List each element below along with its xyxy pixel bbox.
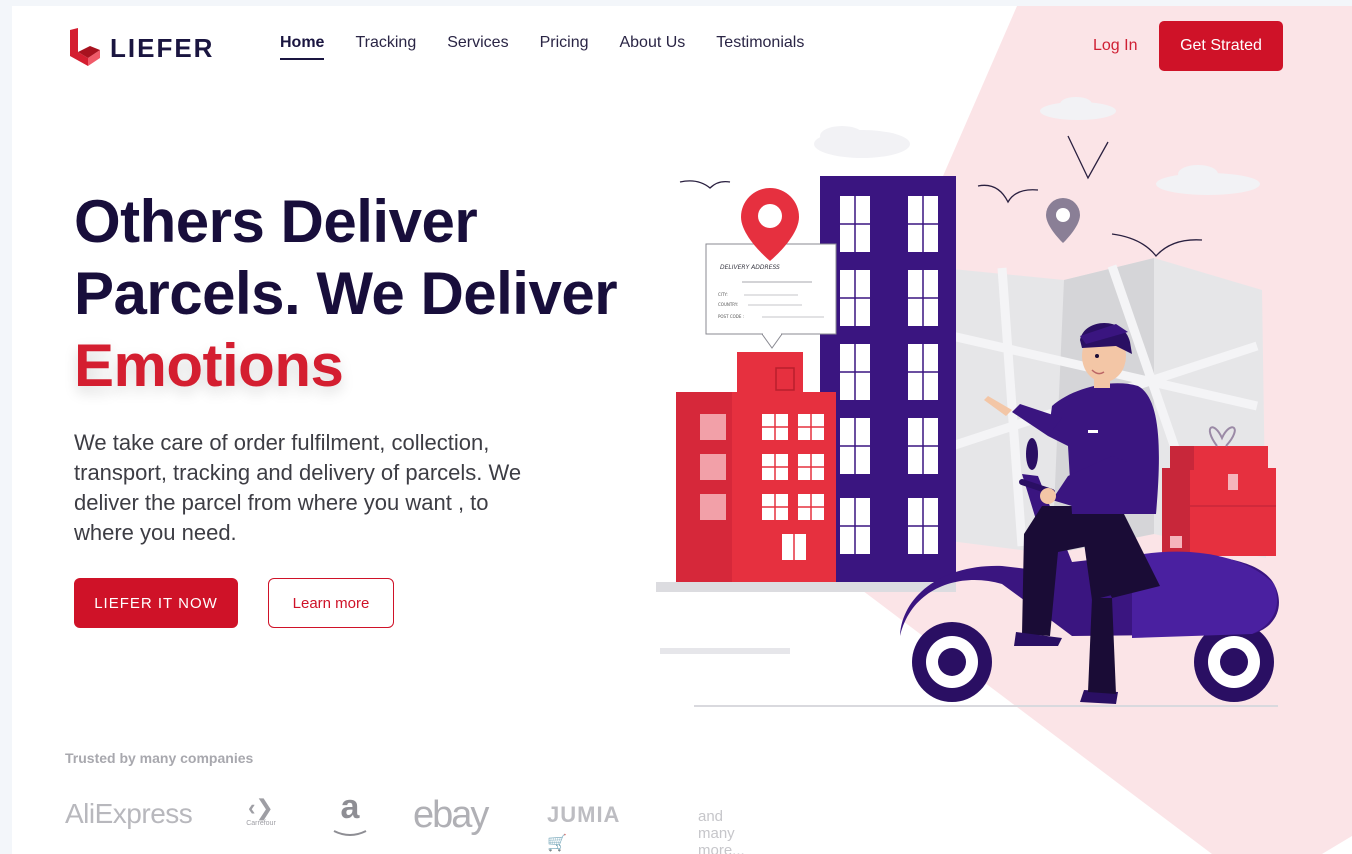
trusted-label: Trusted by many companies [65,750,254,766]
hero-subtitle: We take care of order fulfilment, collec… [74,430,522,545]
login-link[interactable]: Log In [1093,37,1137,55]
nav-about-us[interactable]: About Us [619,34,685,60]
nav-tracking[interactable]: Tracking [355,34,416,60]
nav-testimonials[interactable]: Testimonials [716,34,804,60]
red-building [676,352,836,582]
liefer-it-now-button[interactable]: LIEFER IT NOW [74,578,238,628]
headline-line-2: Parcels. We Deliver [74,260,618,327]
tall-building [820,176,956,582]
brand-logo[interactable]: LIEFER [66,26,214,70]
liefer-logo-icon [70,28,100,66]
cart-icon: 🛒 [547,835,568,852]
carrefour-logo: ‹❯ Carrefour [241,795,281,828]
nav-home[interactable]: Home [280,34,325,60]
amazon-logo: a [330,790,370,842]
aliexpress-logo: AliExpress [65,798,193,829]
card-field-city: CITY: [718,292,728,297]
brand-name: LIEFER [110,32,215,63]
card-field-postcode: POST CODE : [718,314,744,319]
get-started-button[interactable]: Get Strated [1159,21,1283,71]
hero-headline: Others Deliver Parcels. We Deliver Emoti… [74,186,618,402]
parcel-boxes [1162,426,1276,556]
main-nav: Home Tracking Services Pricing About Us … [280,34,804,60]
more-companies-text: and many more... [698,808,745,854]
card-field-country: COUNTRY: [718,302,738,307]
learn-more-button[interactable]: Learn more [268,578,394,628]
location-pin-icon [1046,198,1080,243]
landing-page: DELIVERY ADDRESS CITY: COUNTRY: POST COD… [12,6,1352,854]
amazon-smile-icon [333,830,367,836]
headline-accent: Emotions [74,332,344,399]
nav-pricing[interactable]: Pricing [540,34,589,60]
ebay-logo: ebay [413,794,489,836]
headline-line-1: Others Deliver [74,188,478,255]
jumia-logo: JUMIA🛒 [547,802,621,852]
carrefour-icon: ‹❯ [248,795,274,820]
card-title: DELIVERY ADDRESS [720,264,780,271]
nav-services[interactable]: Services [447,34,508,60]
